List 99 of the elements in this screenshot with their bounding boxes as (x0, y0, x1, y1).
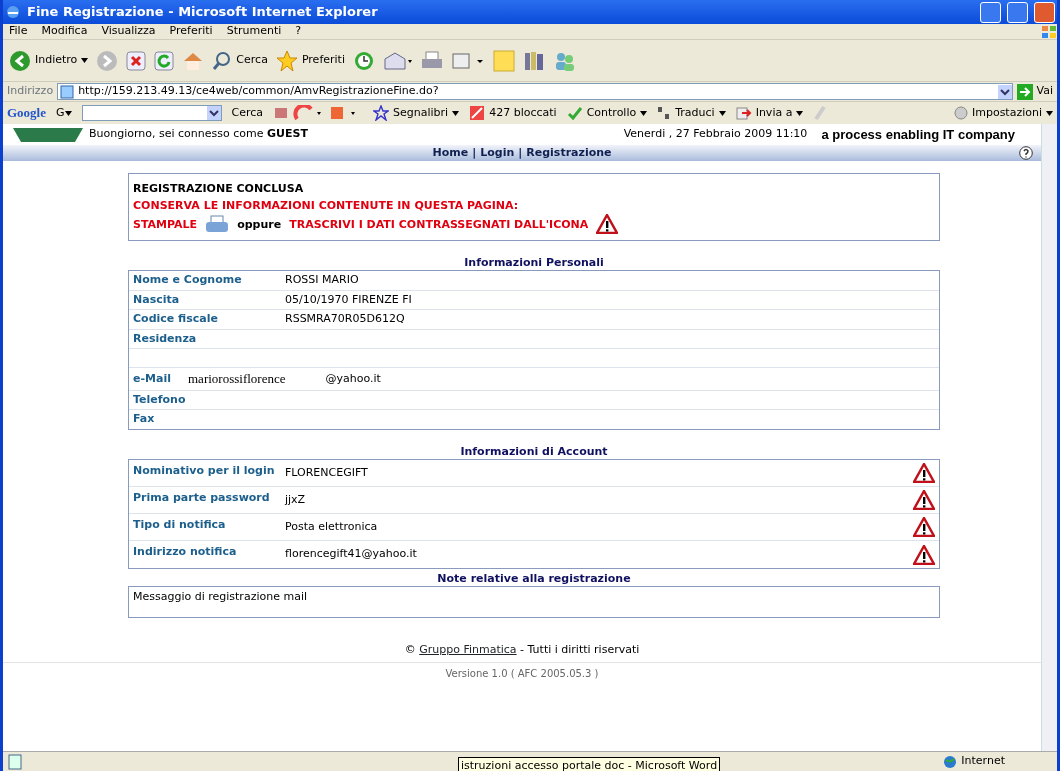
printer-icon[interactable] (420, 50, 443, 71)
greeting-text: Buongiorno, sei connesso come GUEST (89, 126, 308, 143)
nav-link[interactable]: Home (432, 144, 469, 162)
field-label: Nascita (133, 291, 181, 308)
dropdown-icon (206, 106, 221, 120)
back-button[interactable]: Indietro (9, 49, 89, 72)
section-title: Informazioni di Account (459, 444, 609, 459)
field-label: Prima parte password (133, 490, 271, 506)
field-label: e-Mail (133, 370, 172, 387)
page-status-icon (7, 753, 23, 770)
field-label: Fax (133, 411, 156, 428)
separator-text: | (518, 144, 523, 161)
google-logo: Google (7, 104, 46, 123)
section-title: Note relative alla registrazione (436, 571, 632, 586)
globe-icon (943, 754, 958, 769)
blocked-icon (469, 105, 486, 121)
field-label: Tipo di notifica (133, 517, 227, 533)
bookmarks-button[interactable]: Segnalibri (373, 104, 460, 122)
page-icon (60, 84, 75, 99)
caret-icon (81, 58, 89, 63)
address-label: Indirizzo (7, 83, 54, 100)
window-title: Fine Registrazione - Microsoft Internet Explorer (27, 3, 379, 22)
translate-button[interactable]: Traduci (657, 104, 726, 122)
google-search-button[interactable]: Cerca (231, 104, 264, 122)
menu-item[interactable]: ? (295, 23, 302, 40)
settings-button[interactable]: Impostazioni (953, 104, 1053, 122)
star-outline-icon (373, 105, 390, 121)
rights-text: - Tutti i diritti riservati (520, 643, 640, 656)
stop-icon[interactable] (126, 50, 147, 71)
field-label: Telefono (133, 391, 187, 408)
field-label: Codice fiscale (133, 311, 219, 327)
nav-link[interactable]: Login (480, 144, 515, 162)
menu-item[interactable]: Modifica (41, 23, 88, 40)
caret-icon (718, 110, 726, 116)
circle-icon (953, 106, 968, 120)
printer-icon[interactable] (205, 215, 230, 233)
logo-icon (13, 127, 83, 142)
field-value: mariorossiflorence (188, 370, 286, 388)
field-label: Nome e Cognome (133, 272, 243, 288)
or-text: oppure (237, 216, 282, 233)
help-icon[interactable] (1019, 146, 1033, 160)
copyright-symbol: © (404, 643, 416, 656)
search-button[interactable]: Cerca (212, 50, 268, 71)
field-value: 05/10/1970 FIRENZE FI (285, 291, 412, 308)
field-label: Residenza (133, 330, 198, 347)
go-button[interactable]: Vai (1016, 83, 1053, 100)
tooltip: istruzioni accesso portale doc - Microsoft Word (458, 756, 721, 771)
menu-item[interactable]: Visualizza (101, 23, 156, 40)
zone-text: Internet (961, 753, 1005, 770)
minimize-button[interactable] (980, 1, 1001, 23)
footer-link[interactable]: Gruppo Finmatica (419, 643, 517, 656)
send-icon (735, 105, 752, 121)
menu-item[interactable]: Preferiti (169, 23, 213, 40)
spellcheck-button[interactable]: Controllo (566, 104, 648, 122)
warning-icon (596, 214, 619, 234)
popup-blocker-button[interactable]: 427 bloccati (469, 104, 557, 122)
address-field[interactable]: http://159.213.49.13/ce4web/common/AmvRegistrazioneFine.do? (57, 83, 1013, 100)
notice-text: CONSERVA LE INFORMAZIONI CONTENUTE IN QUESTA PAGINA: (133, 198, 520, 214)
send-to-button[interactable]: Invia a (735, 104, 804, 122)
date-text: Venerdi , 27 Febbraio 2009 11:10 (623, 126, 808, 143)
field-label: Nominativo per il login (133, 463, 276, 479)
field-value: @yahoo.it (324, 370, 381, 387)
field-value: RSSMRA70R05D612Q (285, 311, 405, 327)
field-value: Posta elettronica (285, 518, 379, 535)
field-label: Indirizzo notifica (133, 544, 238, 560)
refresh-icon[interactable] (154, 50, 175, 71)
dropdown-icon (997, 84, 1012, 99)
field-value: jjxZ (285, 491, 307, 508)
caret-icon (452, 110, 460, 116)
separator-text: | (472, 144, 477, 161)
nav-link[interactable]: Registrazione (526, 144, 612, 162)
menu-item[interactable]: File (9, 23, 28, 40)
field-value: FLORENCEGIFT (285, 464, 369, 481)
check-mark-icon (566, 105, 583, 121)
favorites-button[interactable]: Preferiti (275, 49, 345, 72)
field-value: ROSSI MARIO (285, 272, 359, 288)
history-icon[interactable] (352, 49, 375, 72)
field-value: florencegift41@yahoo.it (285, 546, 418, 563)
scrollbar[interactable] (1041, 124, 1057, 751)
caret-icon (796, 110, 804, 116)
books-icon[interactable] (522, 49, 545, 72)
caret-icon (1046, 110, 1053, 116)
google-search-field[interactable] (81, 105, 222, 121)
menu-item[interactable]: Strumenti (226, 23, 282, 40)
notes-text: Messaggio di registrazione mail (133, 590, 307, 603)
slogan-text: a process enabling IT company (821, 125, 1015, 144)
print-instruction: STAMPALE (133, 216, 198, 233)
transcribe-instruction: TRASCRIVI I DATI CONTRASSEGNATI DALL'ICONA (289, 216, 589, 233)
close-button[interactable] (1034, 1, 1055, 23)
caret-icon (640, 110, 648, 116)
version-text: Versione 1.0 ( AFC 2005.05.3 ) (3, 661, 1041, 681)
notice-title: REGISTRAZIONE CONCLUSA (133, 181, 305, 197)
go-arrow-icon (1016, 83, 1033, 100)
section-title: Informazioni Personali (463, 255, 605, 270)
google-menu-button[interactable]: G (56, 104, 72, 122)
search-icon (212, 50, 233, 71)
star-icon (275, 49, 298, 72)
maximize-button[interactable] (1007, 1, 1028, 23)
caret-icon (64, 110, 72, 116)
